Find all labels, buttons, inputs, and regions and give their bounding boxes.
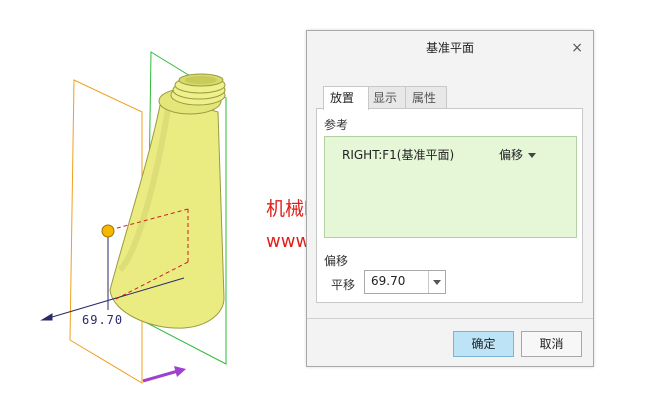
tab-placement[interactable]: 放置 <box>323 86 369 110</box>
chevron-down-icon <box>528 153 537 158</box>
translation-label: 平移 <box>331 278 356 292</box>
chevron-down-icon <box>433 280 441 285</box>
bottle-model <box>109 73 226 329</box>
button-separator <box>307 318 593 319</box>
tab-display[interactable]: 显示 <box>366 86 408 109</box>
constraint-type-dropdown[interactable]: 偏移 <box>499 146 537 163</box>
dimension-value[interactable]: 69.70 <box>82 313 123 327</box>
ok-button[interactable]: 确定 <box>453 331 514 357</box>
reference-item[interactable]: RIGHT:F1(基准平面) <box>342 146 454 163</box>
references-section-label: 参考 <box>324 118 349 132</box>
placement-panel: 参考 RIGHT:F1(基准平面) 偏移 偏移 平移 69.70 <box>316 108 583 303</box>
close-icon[interactable]: × <box>571 40 583 56</box>
direction-arrow[interactable] <box>142 366 186 383</box>
references-list[interactable]: RIGHT:F1(基准平面) 偏移 <box>324 136 577 238</box>
offset-section-label: 偏移 <box>324 254 349 268</box>
cancel-button[interactable]: 取消 <box>521 331 582 357</box>
translation-value[interactable]: 69.70 <box>371 274 405 288</box>
dialog-title: 基准平面 <box>425 41 474 55</box>
constraint-type-label: 偏移 <box>499 148 524 162</box>
translation-dropdown-button[interactable] <box>428 271 445 293</box>
datum-plane-dialog: 基准平面 × 放置 显示 属性 参考 RIGHT:F1(基准平面) 偏移 偏移 … <box>306 30 594 367</box>
drag-handle[interactable] <box>101 224 115 238</box>
translation-value-field[interactable]: 69.70 <box>364 270 446 294</box>
tab-properties[interactable]: 属性 <box>405 86 447 109</box>
